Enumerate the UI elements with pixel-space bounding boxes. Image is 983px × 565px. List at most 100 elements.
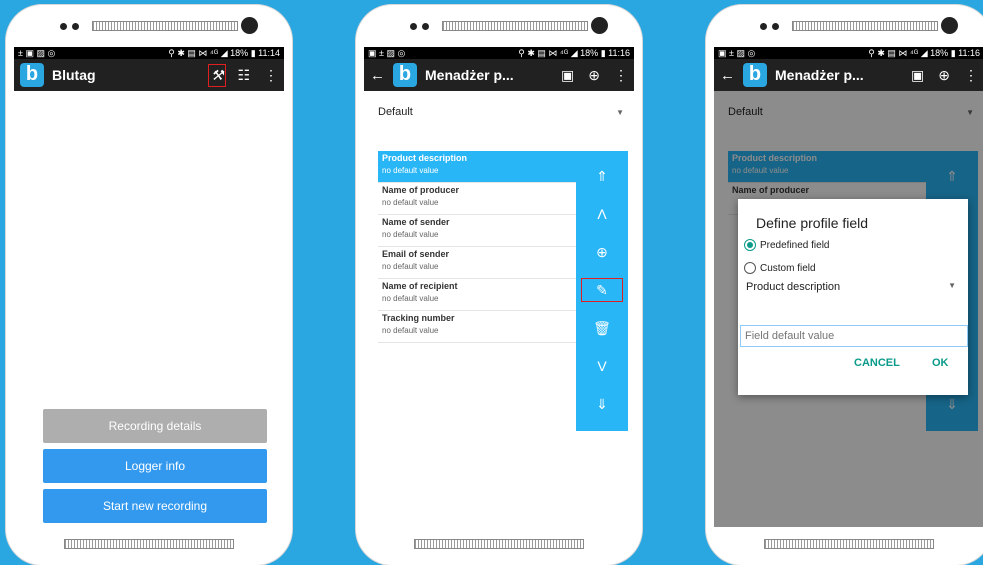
recording-details-button[interactable]: Recording details bbox=[43, 409, 267, 443]
blutag-logo-icon: b bbox=[393, 63, 417, 87]
app-bar-actions: ▣ ⊕ ⋮ bbox=[911, 59, 978, 91]
custom-field-radio[interactable]: Custom field bbox=[744, 262, 816, 274]
back-arrow-icon[interactable]: ← bbox=[370, 67, 385, 84]
wrench-icon[interactable]: ⚒ bbox=[207, 63, 227, 87]
field-value: no default value bbox=[382, 230, 439, 239]
field-toolbar: ⇑ Λ ⊕ ✎ 🗑 V ⇓ bbox=[576, 151, 628, 431]
start-new-recording-button[interactable]: Start new recording bbox=[43, 489, 267, 523]
earpiece-speaker bbox=[792, 21, 938, 31]
list-item[interactable]: Name of producer no default value bbox=[378, 183, 576, 215]
earpiece-speaker bbox=[442, 21, 588, 31]
status-left: ▣ ± ▨ ◎ bbox=[718, 48, 756, 58]
status-right: ⚲ ✱ ▤ ⋈ ⁴ᴳ ◢ 18% ▮ 11:16 bbox=[868, 48, 980, 58]
field-name: Name of producer bbox=[382, 185, 460, 195]
add-circle-icon[interactable]: ⊕ bbox=[588, 67, 600, 84]
sensor-dots bbox=[410, 23, 434, 31]
overflow-menu-icon[interactable]: ⋮ bbox=[614, 67, 628, 84]
move-up-icon[interactable]: Λ bbox=[576, 197, 628, 231]
dialog-title: Define profile field bbox=[756, 215, 869, 231]
ok-button[interactable]: OK bbox=[932, 357, 949, 369]
phone-1: ± ▣ ▨ ◎ ⚲ ✱ ▤ ⋈ ⁴ᴳ ◢ 18% ▮ 11:14 b Bluta… bbox=[6, 5, 292, 565]
field-name: Name of recipient bbox=[382, 281, 458, 291]
field-name: Product description bbox=[382, 153, 468, 163]
radio-checked-icon bbox=[744, 239, 756, 251]
profile-dropdown-value: Default bbox=[378, 106, 413, 118]
move-down-icon[interactable]: V bbox=[576, 349, 628, 383]
list-item[interactable]: Tracking number no default value bbox=[378, 311, 576, 343]
list-settings-icon[interactable]: ☷ bbox=[237, 67, 250, 84]
predefined-field-radio[interactable]: Predefined field bbox=[744, 239, 830, 251]
screen-3: ▣ ± ▨ ◎ ⚲ ✱ ▤ ⋈ ⁴ᴳ ◢ 18% ▮ 11:16 ← b Men… bbox=[714, 47, 983, 527]
front-camera bbox=[241, 17, 258, 34]
front-camera bbox=[591, 17, 608, 34]
list-item[interactable]: Name of sender no default value bbox=[378, 215, 576, 247]
phone-2: ▣ ± ▨ ◎ ⚲ ✱ ▤ ⋈ ⁴ᴳ ◢ 18% ▮ 11:16 ← b Men… bbox=[356, 5, 642, 565]
app-bar: ← b Menadżer p... ▣ ⊕ ⋮ bbox=[714, 59, 983, 91]
field-value: no default value bbox=[382, 166, 439, 175]
sensor-dots bbox=[60, 23, 84, 31]
define-profile-field-dialog: Define profile field Predefined field Cu… bbox=[738, 199, 968, 395]
save-icon[interactable]: ▣ bbox=[561, 67, 574, 84]
app-title: Menadżer p... bbox=[775, 67, 864, 83]
earpiece-speaker bbox=[92, 21, 238, 31]
phone-top bbox=[6, 5, 292, 47]
move-top-icon[interactable]: ⇑ bbox=[576, 159, 628, 193]
sensor-dots bbox=[760, 23, 784, 31]
status-right: ⚲ ✱ ▤ ⋈ ⁴ᴳ ◢ 18% ▮ 11:16 bbox=[518, 48, 630, 58]
edit-pencil-icon[interactable]: ✎ bbox=[576, 273, 628, 307]
list-item[interactable]: Email of sender no default value bbox=[378, 247, 576, 279]
predefined-field-label: Predefined field bbox=[760, 239, 830, 251]
add-circle-icon[interactable]: ⊕ bbox=[576, 235, 628, 269]
field-type-select-value: Product description bbox=[746, 281, 841, 293]
status-left: ▣ ± ▨ ◎ bbox=[368, 48, 406, 58]
radio-unchecked-icon bbox=[744, 262, 756, 274]
move-bottom-icon[interactable]: ⇓ bbox=[576, 387, 628, 421]
blutag-logo-icon: b bbox=[20, 63, 44, 87]
app-title: Blutag bbox=[52, 67, 96, 83]
status-left: ± ▣ ▨ ◎ bbox=[18, 48, 56, 58]
list-item[interactable]: Name of recipient no default value bbox=[378, 279, 576, 311]
field-name: Tracking number bbox=[382, 313, 455, 323]
screen-1: ± ▣ ▨ ◎ ⚲ ✱ ▤ ⋈ ⁴ᴳ ◢ 18% ▮ 11:14 b Bluta… bbox=[14, 47, 284, 527]
phone-3: ▣ ± ▨ ◎ ⚲ ✱ ▤ ⋈ ⁴ᴳ ◢ 18% ▮ 11:16 ← b Men… bbox=[706, 5, 983, 565]
front-camera bbox=[941, 17, 958, 34]
add-circle-icon[interactable]: ⊕ bbox=[938, 67, 950, 84]
field-value: no default value bbox=[382, 326, 439, 335]
field-type-select[interactable]: Product description ▼ bbox=[746, 281, 956, 293]
bottom-speaker bbox=[414, 539, 584, 549]
app-title: Menadżer p... bbox=[425, 67, 514, 83]
blutag-logo-icon: b bbox=[743, 63, 767, 87]
cancel-button[interactable]: CANCEL bbox=[854, 357, 900, 369]
list-item[interactable]: Product description no default value bbox=[378, 151, 576, 183]
app-bar: b Blutag ⚒ ☷ ⋮ bbox=[14, 59, 284, 91]
app-bar-actions: ⚒ ☷ ⋮ bbox=[207, 59, 278, 91]
overflow-menu-icon[interactable]: ⋮ bbox=[964, 67, 978, 84]
field-value: no default value bbox=[382, 262, 439, 271]
status-right: ⚲ ✱ ▤ ⋈ ⁴ᴳ ◢ 18% ▮ 11:14 bbox=[168, 48, 280, 58]
overflow-menu-icon[interactable]: ⋮ bbox=[264, 67, 278, 84]
dropdown-arrow-icon: ▼ bbox=[948, 281, 956, 290]
screen-2: ▣ ± ▨ ◎ ⚲ ✱ ▤ ⋈ ⁴ᴳ ◢ 18% ▮ 11:16 ← b Men… bbox=[364, 47, 634, 527]
field-list: Product description no default value Nam… bbox=[378, 151, 576, 343]
status-bar: ± ▣ ▨ ◎ ⚲ ✱ ▤ ⋈ ⁴ᴳ ◢ 18% ▮ 11:14 bbox=[14, 47, 284, 59]
app-bar-actions: ▣ ⊕ ⋮ bbox=[561, 59, 628, 91]
profile-dropdown[interactable]: Default ▼ bbox=[378, 101, 624, 123]
phone-top bbox=[706, 5, 983, 47]
field-name: Name of sender bbox=[382, 217, 450, 227]
field-name: Email of sender bbox=[382, 249, 450, 259]
custom-field-label: Custom field bbox=[760, 262, 816, 274]
bottom-speaker bbox=[764, 539, 934, 549]
back-arrow-icon[interactable]: ← bbox=[720, 67, 735, 84]
status-bar: ▣ ± ▨ ◎ ⚲ ✱ ▤ ⋈ ⁴ᴳ ◢ 18% ▮ 11:16 bbox=[364, 47, 634, 59]
logger-info-button[interactable]: Logger info bbox=[43, 449, 267, 483]
save-icon[interactable]: ▣ bbox=[911, 67, 924, 84]
status-bar: ▣ ± ▨ ◎ ⚲ ✱ ▤ ⋈ ⁴ᴳ ◢ 18% ▮ 11:16 bbox=[714, 47, 983, 59]
bottom-speaker bbox=[64, 539, 234, 549]
field-value: no default value bbox=[382, 198, 439, 207]
phone-top bbox=[356, 5, 642, 47]
field-default-value-input[interactable] bbox=[740, 325, 968, 347]
app-bar: ← b Menadżer p... ▣ ⊕ ⋮ bbox=[364, 59, 634, 91]
field-value: no default value bbox=[382, 294, 439, 303]
dropdown-arrow-icon: ▼ bbox=[616, 107, 624, 117]
delete-icon[interactable]: 🗑 bbox=[576, 311, 628, 345]
